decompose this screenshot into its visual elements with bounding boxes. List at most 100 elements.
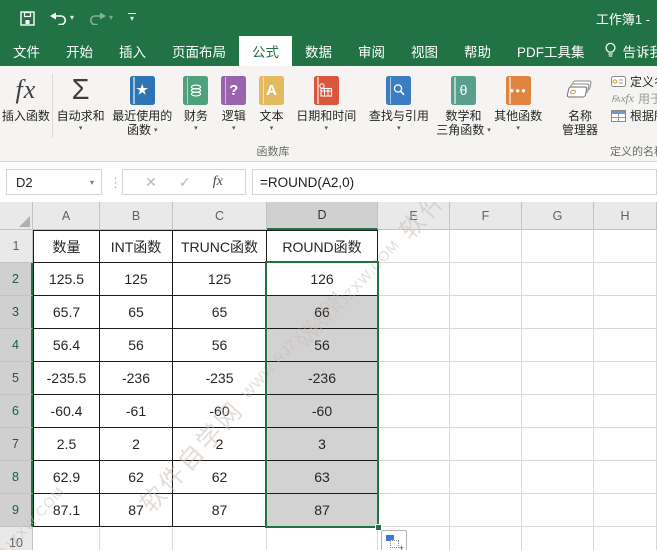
cell-D3[interactable]: 66	[267, 296, 378, 329]
row-header-6[interactable]: 6	[0, 395, 33, 428]
redo-dropdown-icon[interactable]: ▾	[109, 14, 113, 22]
cell-B4[interactable]: 56	[100, 329, 173, 362]
col-header-C[interactable]: C	[173, 202, 267, 230]
cell-H9[interactable]	[594, 494, 657, 527]
tab-home[interactable]: 开始	[53, 36, 106, 66]
cell-A2[interactable]: 125.5	[33, 263, 100, 296]
cell-A8[interactable]: 62.9	[33, 461, 100, 494]
save-icon[interactable]	[20, 11, 35, 26]
cell-B1[interactable]: INT函数	[100, 230, 173, 263]
cell-C3[interactable]: 65	[173, 296, 267, 329]
name-manager-button[interactable]: 名称 管理器	[549, 69, 611, 137]
auto-fill-options-button[interactable]: +	[381, 530, 407, 550]
use-in-formula-button[interactable]: ℻fx 用于公式	[611, 90, 657, 107]
customize-qat-button[interactable]: ▾	[128, 13, 136, 24]
cell-G7[interactable]	[522, 428, 594, 461]
row-header-2[interactable]: 2	[0, 263, 33, 296]
cell-C7[interactable]: 2	[173, 428, 267, 461]
cell-H5[interactable]	[594, 362, 657, 395]
cell-B8[interactable]: 62	[100, 461, 173, 494]
cell-A3[interactable]: 65.7	[33, 296, 100, 329]
cell-F6[interactable]	[450, 395, 522, 428]
cell-B9[interactable]: 87	[100, 494, 173, 527]
autosum-button[interactable]: Σ 自动求和 ▾	[54, 69, 108, 132]
cell-F10[interactable]	[450, 527, 522, 550]
cell-E8[interactable]	[378, 461, 450, 494]
cell-G5[interactable]	[522, 362, 594, 395]
insert-function-button[interactable]: fx 插入函数	[1, 69, 51, 123]
recent-functions-button[interactable]: ★ 最近使用的 函数▾	[107, 69, 177, 137]
name-box-dropdown-icon[interactable]: ▾	[90, 178, 101, 187]
cell-G10[interactable]	[522, 527, 594, 550]
lookup-reference-button[interactable]: 查找与引用 ▾	[362, 69, 436, 132]
cell-F4[interactable]	[450, 329, 522, 362]
row-header-1[interactable]: 1	[0, 230, 33, 263]
cell-D9[interactable]: 87	[267, 494, 378, 527]
tab-file[interactable]: 文件	[0, 36, 53, 66]
math-trig-button[interactable]: θ 数学和 三角函数▾	[436, 69, 492, 137]
cell-A4[interactable]: 56.4	[33, 329, 100, 362]
cell-D4[interactable]: 56	[267, 329, 378, 362]
enter-icon[interactable]: ✓	[179, 174, 191, 191]
cell-E5[interactable]	[378, 362, 450, 395]
tab-insert[interactable]: 插入	[106, 36, 159, 66]
cell-H8[interactable]	[594, 461, 657, 494]
cell-C4[interactable]: 56	[173, 329, 267, 362]
insert-function-fx-icon[interactable]: fx	[213, 174, 223, 190]
cell-B5[interactable]: -236	[100, 362, 173, 395]
cell-B3[interactable]: 65	[100, 296, 173, 329]
cell-D1[interactable]: ROUND函数	[267, 230, 378, 263]
cell-B6[interactable]: -61	[100, 395, 173, 428]
name-box[interactable]: D2 ▾	[6, 169, 102, 195]
financial-button[interactable]: 财务 ▾	[177, 69, 215, 132]
cell-H6[interactable]	[594, 395, 657, 428]
formula-bar-grip[interactable]: ⋮	[109, 175, 122, 191]
cell-C5[interactable]: -235	[173, 362, 267, 395]
date-time-button[interactable]: 日期和时间 ▾	[290, 69, 362, 132]
cell-G3[interactable]	[522, 296, 594, 329]
cancel-icon[interactable]: ✕	[145, 174, 157, 191]
tab-review[interactable]: 审阅	[345, 36, 398, 66]
tab-pdf-tools[interactable]: PDF工具集	[504, 36, 598, 66]
cell-G8[interactable]	[522, 461, 594, 494]
create-from-selection-button[interactable]: 根据所选内容创建	[611, 107, 657, 124]
formula-input[interactable]: =ROUND(A2,0)	[252, 169, 657, 195]
cell-A5[interactable]: -235.5	[33, 362, 100, 395]
cell-A10[interactable]	[33, 527, 100, 550]
cell-A9[interactable]: 87.1	[33, 494, 100, 527]
cell-A1[interactable]: 数量	[33, 230, 100, 263]
cell-H4[interactable]	[594, 329, 657, 362]
row-header-5[interactable]: 5	[0, 362, 33, 395]
tab-view[interactable]: 视图	[398, 36, 451, 66]
row-header-8[interactable]: 8	[0, 461, 33, 494]
cell-E9[interactable]	[378, 494, 450, 527]
cell-D7[interactable]: 3	[267, 428, 378, 461]
col-header-D[interactable]: D	[267, 202, 378, 230]
more-functions-button[interactable]: ●●● 其他函数 ▾	[491, 69, 545, 132]
cell-G6[interactable]	[522, 395, 594, 428]
cell-F3[interactable]	[450, 296, 522, 329]
row-header-4[interactable]: 4	[0, 329, 33, 362]
cell-G9[interactable]	[522, 494, 594, 527]
cell-D10[interactable]	[267, 527, 378, 550]
col-header-F[interactable]: F	[450, 202, 522, 230]
cell-A6[interactable]: -60.4	[33, 395, 100, 428]
row-header-7[interactable]: 7	[0, 428, 33, 461]
select-all-corner[interactable]	[0, 202, 33, 230]
define-name-button[interactable]: 定义名称	[611, 73, 657, 90]
cell-E7[interactable]	[378, 428, 450, 461]
cell-C2[interactable]: 125	[173, 263, 267, 296]
cell-E4[interactable]	[378, 329, 450, 362]
cell-C6[interactable]: -60	[173, 395, 267, 428]
cell-A7[interactable]: 2.5	[33, 428, 100, 461]
cell-E1[interactable]	[378, 230, 450, 263]
row-header-3[interactable]: 3	[0, 296, 33, 329]
undo-button[interactable]: ▾	[50, 11, 74, 25]
row-header-9[interactable]: 9	[0, 494, 33, 527]
cell-B7[interactable]: 2	[100, 428, 173, 461]
col-header-H[interactable]: H	[594, 202, 657, 230]
cell-D2[interactable]: 126	[267, 263, 378, 296]
cell-C8[interactable]: 62	[173, 461, 267, 494]
redo-button[interactable]: ▾	[89, 11, 113, 25]
cell-F1[interactable]	[450, 230, 522, 263]
